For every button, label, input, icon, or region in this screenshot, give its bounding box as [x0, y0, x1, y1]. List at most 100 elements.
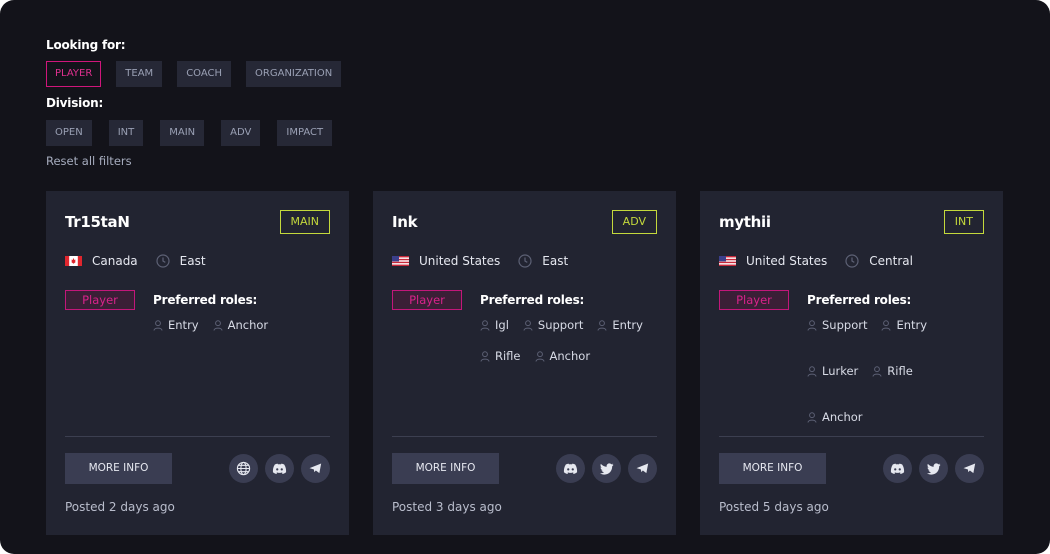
user-icon: [213, 319, 223, 331]
preferred-roles-label: Preferred roles:: [480, 293, 585, 307]
division-int[interactable]: INT: [108, 120, 144, 146]
role-label: Anchor: [549, 349, 591, 363]
user-icon: [807, 411, 817, 423]
location-row: Canada East: [65, 254, 206, 268]
user-icon: [881, 319, 891, 331]
role-item: Igl: [480, 317, 509, 333]
role-label: Anchor: [822, 410, 863, 424]
user-icon: [535, 350, 545, 362]
canada-flag-icon: [65, 256, 82, 266]
role-label: Igl: [495, 318, 509, 332]
user-icon: [523, 319, 533, 331]
filter-coach[interactable]: COACH: [177, 61, 232, 87]
role-item: Entry: [881, 317, 927, 333]
division-badge: INT: [943, 210, 984, 234]
location-row: United States Central: [719, 254, 913, 268]
role-item: Anchor: [535, 348, 591, 364]
preferred-roles-label: Preferred roles:: [153, 293, 258, 307]
player-type-badge: Player: [719, 290, 789, 310]
role-item: Rifle: [872, 363, 913, 379]
division-label: Division:: [46, 96, 104, 110]
role-item: Entry: [153, 317, 199, 333]
role-item: Support: [523, 317, 583, 333]
app-frame: Looking for: PLAYER TEAM COACH ORGANIZAT…: [0, 0, 1050, 554]
role-label: Rifle: [887, 364, 913, 378]
more-info-button[interactable]: MORE INFO: [65, 453, 172, 484]
user-icon: [480, 319, 490, 331]
location-row: United States East: [392, 254, 568, 268]
player-name: Tr15taN: [65, 213, 130, 231]
division-adv[interactable]: ADV: [221, 120, 261, 146]
clock-icon: [156, 254, 170, 268]
social-links: [229, 454, 330, 483]
looking-for-filter-group: PLAYER TEAM COACH ORGANIZATION: [46, 61, 342, 87]
role-label: Support: [537, 318, 584, 332]
telegram-icon[interactable]: [628, 454, 657, 483]
twitter-icon[interactable]: [592, 454, 621, 483]
filter-team[interactable]: TEAM: [116, 61, 163, 87]
globe-icon[interactable]: [229, 454, 258, 483]
player-name: Ink: [392, 213, 418, 231]
user-icon: [597, 319, 607, 331]
role-label: Rifle: [495, 349, 521, 363]
division-open[interactable]: OPEN: [46, 120, 92, 146]
clock-icon: [518, 254, 532, 268]
more-info-button[interactable]: MORE INFO: [719, 453, 826, 484]
role-label: Entry: [896, 318, 928, 332]
player-type-badge: Player: [65, 290, 135, 310]
discord-icon[interactable]: [556, 454, 585, 483]
roles-list: Entry Anchor: [153, 317, 333, 333]
discord-icon[interactable]: [265, 454, 294, 483]
card-divider: [392, 436, 657, 437]
player-type-badge: Player: [392, 290, 462, 310]
division-main[interactable]: MAIN: [160, 120, 205, 146]
looking-for-label: Looking for:: [46, 38, 126, 52]
telegram-icon[interactable]: [301, 454, 330, 483]
user-icon: [807, 365, 817, 377]
card-divider: [65, 436, 330, 437]
more-info-button[interactable]: MORE INFO: [392, 453, 499, 484]
filter-player[interactable]: PLAYER: [46, 61, 102, 87]
player-card: Ink ADV United States East Player Prefer…: [373, 191, 676, 535]
region-text: Central: [869, 254, 913, 268]
user-icon: [153, 319, 163, 331]
card-divider: [719, 436, 984, 437]
role-item: Anchor: [213, 317, 269, 333]
role-item: Support: [807, 317, 867, 333]
role-label: Entry: [612, 318, 643, 332]
posted-time: Posted 2 days ago: [65, 500, 175, 514]
country-text: United States: [746, 254, 828, 268]
role-label: Anchor: [227, 318, 269, 332]
twitter-icon[interactable]: [919, 454, 948, 483]
role-item: Entry: [597, 317, 643, 333]
region-text: East: [179, 254, 206, 268]
role-label: Entry: [168, 318, 199, 332]
posted-time: Posted 3 days ago: [392, 500, 502, 514]
user-icon: [807, 319, 817, 331]
user-icon: [872, 365, 882, 377]
division-impact[interactable]: IMPACT: [277, 120, 333, 146]
discord-icon[interactable]: [883, 454, 912, 483]
country-text: United States: [419, 254, 501, 268]
reset-filters-link[interactable]: Reset all filters: [46, 154, 132, 168]
role-item: Lurker: [807, 363, 858, 379]
user-icon: [480, 350, 490, 362]
division-filter-group: OPEN INT MAIN ADV IMPACT: [46, 120, 333, 146]
usa-flag-icon: [719, 256, 736, 266]
roles-list: Igl Support Entry Rifle Anchor: [480, 317, 660, 364]
clock-icon: [845, 254, 859, 268]
country-text: Canada: [92, 254, 138, 268]
role-item: Anchor: [807, 409, 863, 425]
player-card: Tr15taN MAIN Canada East Player Preferre…: [46, 191, 349, 535]
telegram-icon[interactable]: [955, 454, 984, 483]
role-label: Lurker: [822, 364, 859, 378]
role-label: Support: [822, 318, 868, 332]
posted-time: Posted 5 days ago: [719, 500, 829, 514]
usa-flag-icon: [392, 256, 409, 266]
social-links: [883, 454, 984, 483]
filter-organization[interactable]: ORGANIZATION: [246, 61, 342, 87]
role-item: Rifle: [480, 348, 521, 364]
social-links: [556, 454, 657, 483]
player-card: mythii INT United States Central Player …: [700, 191, 1003, 535]
region-text: East: [542, 254, 569, 268]
